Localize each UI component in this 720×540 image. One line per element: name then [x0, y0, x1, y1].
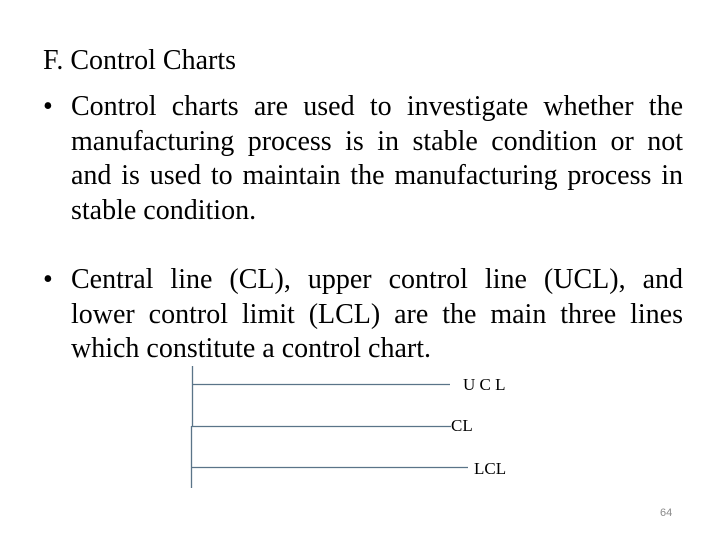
lcl-label: LCL	[474, 459, 506, 478]
slide: F. Control Charts • Control charts are u…	[0, 0, 720, 540]
ucl-label: U C L	[463, 375, 506, 394]
page-number: 64	[660, 507, 673, 519]
control-chart-diagram: U C L CL LCL	[190, 366, 506, 488]
cl-label: CL	[451, 416, 473, 435]
